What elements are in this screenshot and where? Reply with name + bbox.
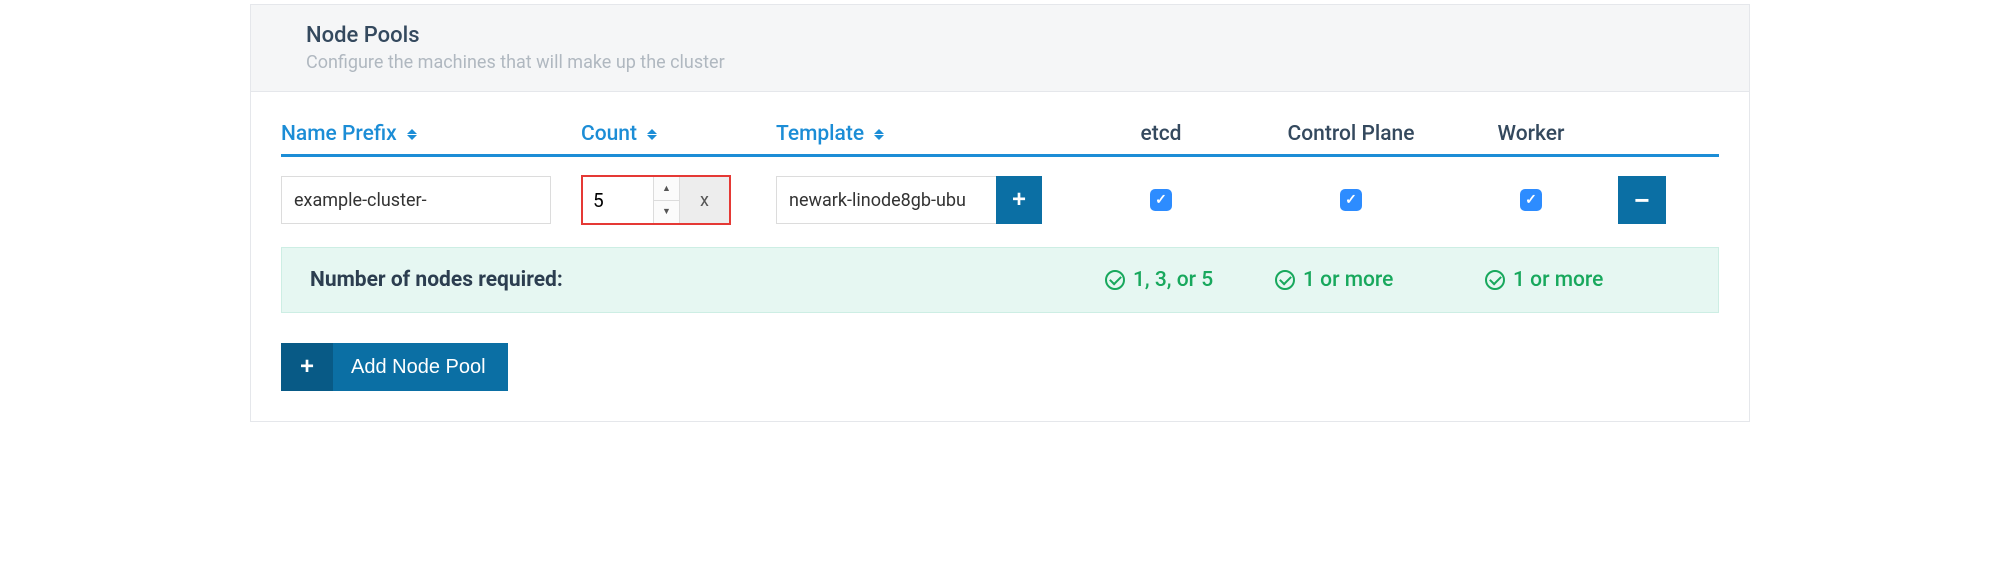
count-input[interactable] [583,177,653,223]
req-etcd-text: 1, 3, or 5 [1133,268,1213,292]
req-etcd: 1, 3, or 5 [1105,268,1275,292]
template-group: + [776,176,1042,224]
name-prefix-input[interactable] [281,176,551,224]
minus-icon: − [1634,185,1649,216]
cell-count: ▲ ▼ x [581,175,776,225]
col-header-label: Template [776,122,864,146]
stepper-down-icon[interactable]: ▼ [654,201,679,224]
summary-row: Number of nodes required: 1, 3, or 5 1 o… [281,247,1719,313]
nodepool-table: Name Prefix Count Template etcd Control … [281,122,1719,313]
col-header-label: etcd [1140,122,1181,146]
plus-icon: + [281,343,333,391]
add-template-button[interactable]: + [996,176,1042,224]
col-header-label: Control Plane [1288,122,1415,146]
col-header-template[interactable]: Template [776,122,1076,146]
col-header-name-prefix[interactable]: Name Prefix [281,122,581,146]
req-worker-text: 1 or more [1513,268,1603,292]
col-header-count[interactable]: Count [581,122,776,146]
check-circle-icon [1275,270,1295,290]
sort-icon [647,129,657,140]
check-icon: ✓ [1345,192,1357,208]
cell-name-prefix [281,176,581,224]
count-stepper: ▲ ▼ [653,177,679,223]
close-icon: x [700,190,709,211]
cell-worker: ✓ [1456,189,1606,211]
check-circle-icon [1485,270,1505,290]
panel-body: Name Prefix Count Template etcd Control … [251,92,1749,421]
col-header-label: Name Prefix [281,122,397,146]
add-node-pool-button[interactable]: + Add Node Pool [281,343,508,391]
count-clear-button[interactable]: x [679,177,729,223]
template-input[interactable] [776,176,996,224]
panel-header: Node Pools Configure the machines that w… [251,5,1749,92]
cell-etcd: ✓ [1076,189,1246,211]
cell-action: − [1606,176,1666,224]
sort-icon [407,129,417,140]
table-row: ▲ ▼ x + [281,157,1719,243]
panel-title: Node Pools [306,23,1694,48]
req-control-plane: 1 or more [1275,268,1485,292]
control-plane-checkbox[interactable]: ✓ [1340,189,1362,211]
cell-template: + [776,176,1076,224]
req-worker: 1 or more [1485,268,1665,292]
stepper-up-icon[interactable]: ▲ [654,177,679,201]
worker-checkbox[interactable]: ✓ [1520,189,1542,211]
add-node-pool-label: Add Node Pool [351,356,486,379]
col-header-worker: Worker [1456,122,1606,146]
req-cp-text: 1 or more [1303,268,1393,292]
etcd-checkbox[interactable]: ✓ [1150,189,1172,211]
col-header-label: Worker [1498,122,1565,146]
remove-pool-button[interactable]: − [1618,176,1666,224]
check-icon: ✓ [1155,192,1167,208]
summary-label: Number of nodes required: [310,268,1105,292]
col-header-control-plane: Control Plane [1246,122,1456,146]
plus-icon: + [1012,186,1026,214]
cell-control-plane: ✓ [1246,189,1456,211]
panel-subtitle: Configure the machines that will make up… [306,52,1694,73]
count-group: ▲ ▼ x [581,175,731,225]
check-icon: ✓ [1525,192,1537,208]
col-header-etcd: etcd [1076,122,1246,146]
table-header-row: Name Prefix Count Template etcd Control … [281,122,1719,157]
sort-icon [874,129,884,140]
col-header-label: Count [581,122,637,146]
node-pools-panel: Node Pools Configure the machines that w… [250,4,1750,422]
check-circle-icon [1105,270,1125,290]
